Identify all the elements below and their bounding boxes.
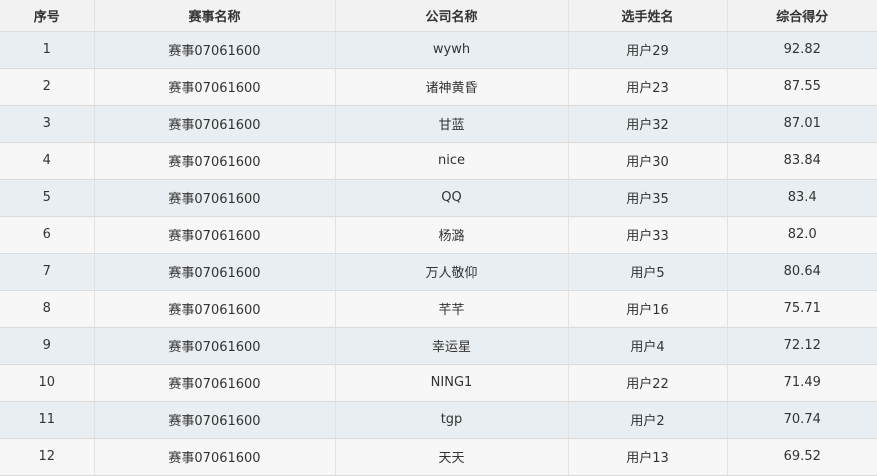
table-row: 10 赛事07061600 NING1 用户22 71.49 — [0, 364, 877, 402]
table-row: 11 赛事07061600 tgp 用户2 70.74 — [0, 401, 877, 439]
cell-company-name: nice — [335, 142, 569, 180]
cell-player-name: 用户23 — [568, 68, 728, 106]
cell-company-name: 幸运星 — [335, 327, 569, 365]
cell-rank: 12 — [0, 438, 95, 476]
table-row: 1 赛事07061600 wywh 用户29 92.82 — [0, 31, 877, 69]
cell-total-score: 71.49 — [727, 364, 877, 402]
table-row: 7 赛事07061600 万人敬仰 用户5 80.64 — [0, 253, 877, 291]
table-row: 8 赛事07061600 芊芊 用户16 75.71 — [0, 290, 877, 328]
ranking-table: 序号 赛事名称 公司名称 选手姓名 综合得分 1 赛事07061600 wywh 用户… — [0, 0, 877, 476]
cell-company-name: 甘蓝 — [335, 105, 569, 143]
cell-total-score: 69.52 — [727, 438, 877, 476]
cell-rank: 2 — [0, 68, 95, 106]
cell-player-name: 用户35 — [568, 179, 728, 217]
cell-total-score: 83.84 — [727, 142, 877, 180]
cell-total-score: 82.0 — [727, 216, 877, 254]
header-event-name: 赛事名称 — [94, 0, 336, 32]
cell-event-name: 赛事07061600 — [94, 290, 336, 328]
cell-player-name: 用户30 — [568, 142, 728, 180]
cell-event-name: 赛事07061600 — [94, 327, 336, 365]
cell-company-name: 芊芊 — [335, 290, 569, 328]
cell-player-name: 用户29 — [568, 31, 728, 69]
cell-company-name: 杨潞 — [335, 216, 569, 254]
cell-total-score: 87.01 — [727, 105, 877, 143]
cell-event-name: 赛事07061600 — [94, 142, 336, 180]
cell-rank: 4 — [0, 142, 95, 180]
cell-event-name: 赛事07061600 — [94, 105, 336, 143]
cell-rank: 11 — [0, 401, 95, 439]
cell-player-name: 用户22 — [568, 364, 728, 402]
header-row: 序号 赛事名称 公司名称 选手姓名 综合得分 — [0, 0, 877, 32]
cell-player-name: 用户32 — [568, 105, 728, 143]
cell-event-name: 赛事07061600 — [94, 253, 336, 291]
cell-rank: 3 — [0, 105, 95, 143]
cell-total-score: 80.64 — [727, 253, 877, 291]
cell-event-name: 赛事07061600 — [94, 401, 336, 439]
cell-player-name: 用户4 — [568, 327, 728, 365]
cell-company-name: tgp — [335, 401, 569, 439]
cell-total-score: 87.55 — [727, 68, 877, 106]
header-company-name: 公司名称 — [335, 0, 569, 32]
cell-total-score: 83.4 — [727, 179, 877, 217]
cell-event-name: 赛事07061600 — [94, 216, 336, 254]
cell-event-name: 赛事07061600 — [94, 438, 336, 476]
cell-company-name: NING1 — [335, 364, 569, 402]
table-row: 5 赛事07061600 QQ 用户35 83.4 — [0, 179, 877, 217]
cell-player-name: 用户5 — [568, 253, 728, 291]
header-total-score: 综合得分 — [727, 0, 877, 32]
cell-rank: 5 — [0, 179, 95, 217]
cell-rank: 1 — [0, 31, 95, 69]
table-row: 3 赛事07061600 甘蓝 用户32 87.01 — [0, 105, 877, 143]
table-row: 4 赛事07061600 nice 用户30 83.84 — [0, 142, 877, 180]
table-body: 1 赛事07061600 wywh 用户29 92.82 2 赛事07061600 诸神黄昏用… — [0, 31, 877, 476]
cell-total-score: 92.82 — [727, 31, 877, 69]
cell-event-name: 赛事07061600 — [94, 31, 336, 69]
cell-player-name: 用户16 — [568, 290, 728, 328]
cell-player-name: 用户2 — [568, 401, 728, 439]
cell-company-name: 万人敬仰 — [335, 253, 569, 291]
table-row: 6 赛事07061600 杨潞 用户33 82.0 — [0, 216, 877, 254]
header-player-name: 选手姓名 — [568, 0, 728, 32]
cell-rank: 9 — [0, 327, 95, 365]
cell-event-name: 赛事07061600 — [94, 179, 336, 217]
cell-event-name: 赛事07061600 — [94, 364, 336, 402]
cell-company-name: wywh — [335, 31, 569, 69]
table-row: 2 赛事07061600 诸神黄昏 用户23 87.55 — [0, 68, 877, 106]
cell-event-name: 赛事07061600 — [94, 68, 336, 106]
cell-total-score: 75.71 — [727, 290, 877, 328]
cell-company-name: QQ — [335, 179, 569, 217]
cell-rank: 8 — [0, 290, 95, 328]
cell-company-name: 天天 — [335, 438, 569, 476]
cell-rank: 10 — [0, 364, 95, 402]
table-row: 12 赛事07061600 天天 用户13 69.52 — [0, 438, 877, 476]
header-rank: 序号 — [0, 0, 95, 32]
cell-company-name: 诸神黄昏 — [335, 68, 569, 106]
cell-rank: 7 — [0, 253, 95, 291]
cell-total-score: 70.74 — [727, 401, 877, 439]
table-row: 9 赛事07061600 幸运星 用户4 72.12 — [0, 327, 877, 365]
cell-rank: 6 — [0, 216, 95, 254]
table-header: 序号 赛事名称 公司名称 选手姓名 综合得分 — [0, 0, 877, 32]
cell-player-name: 用户33 — [568, 216, 728, 254]
cell-player-name: 用户13 — [568, 438, 728, 476]
cell-total-score: 72.12 — [727, 327, 877, 365]
